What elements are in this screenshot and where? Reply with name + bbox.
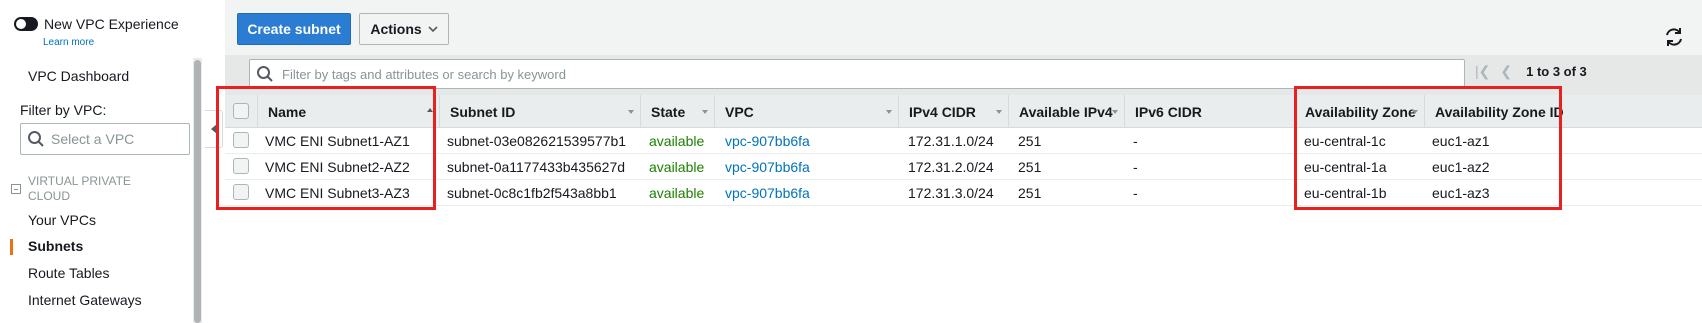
sidebar: New VPC Experience Learn more VPC Dashbo… xyxy=(0,0,205,323)
cell-vpc-link[interactable]: vpc-907bb6fa xyxy=(725,154,810,180)
previous-page-icon[interactable]: ❮ xyxy=(1500,63,1512,80)
actions-button[interactable]: Actions xyxy=(359,13,449,45)
sort-icon xyxy=(702,110,708,114)
section-label-virtual-private-cloud: VIRTUAL PRIVATE CLOUD xyxy=(28,174,131,203)
toolbar: Create subnet Actions xyxy=(225,0,1702,55)
sidebar-scrollbar[interactable] xyxy=(193,58,202,323)
cell-ipv6-cidr: - xyxy=(1133,133,1138,149)
sidebar-item-internet-gateways[interactable]: Internet Gateways xyxy=(28,292,142,308)
toggle-label: New VPC Experience xyxy=(44,16,179,32)
sidebar-item-your-vpcs[interactable]: Your VPCs xyxy=(28,212,96,228)
cell-subnet-id: subnet-0a1177433b435627d xyxy=(447,159,626,175)
cell-available-ipv4: 251 xyxy=(1018,185,1042,201)
collapse-section-icon[interactable] xyxy=(11,184,21,194)
cell-ipv4-cidr: 172.31.2.0/24 xyxy=(908,159,994,175)
search-field[interactable] xyxy=(249,59,1465,89)
refresh-icon[interactable] xyxy=(1663,26,1685,48)
sidebar-scrollbar-thumb[interactable] xyxy=(194,60,201,323)
active-item-marker xyxy=(10,239,13,255)
vpc-select[interactable]: Select a VPC xyxy=(20,123,190,155)
column-header-available-ipv4[interactable]: Available IPv4 xyxy=(1009,95,1125,128)
pagination-text: 1 to 3 of 3 xyxy=(1526,64,1587,79)
filter-by-vpc-label: Filter by VPC: xyxy=(20,102,107,118)
cell-vpc-link[interactable]: vpc-907bb6fa xyxy=(725,128,810,154)
column-header-vpc[interactable]: VPC xyxy=(715,95,899,128)
sort-icon xyxy=(886,110,892,114)
search-icon xyxy=(28,131,44,147)
cell-ipv6-cidr: - xyxy=(1133,159,1138,175)
sort-icon xyxy=(996,110,1002,114)
new-vpc-experience-toggle-row[interactable]: New VPC Experience xyxy=(14,16,179,32)
cell-state: available xyxy=(649,159,705,175)
pagination: |❮ ❮ 1 to 3 of 3 xyxy=(1475,63,1587,80)
highlight-box-name-column xyxy=(216,86,436,210)
sort-icon xyxy=(1112,110,1118,114)
cell-subnet-id: subnet-03e082621539577b1 xyxy=(447,133,627,149)
column-header-subnet-id[interactable]: Subnet ID xyxy=(440,95,641,128)
sidebar-item-vpc-dashboard[interactable]: VPC Dashboard xyxy=(28,68,129,84)
cell-vpc-link[interactable]: vpc-907bb6fa xyxy=(725,180,810,206)
cell-subnet-id: subnet-0c8c1fb2f543a8bb1 xyxy=(447,185,617,201)
actions-label: Actions xyxy=(370,21,422,37)
toggle-switch[interactable] xyxy=(14,17,38,31)
column-header-state[interactable]: State xyxy=(641,95,715,128)
chevron-down-icon xyxy=(428,26,438,33)
cell-available-ipv4: 251 xyxy=(1018,133,1042,149)
cell-ipv4-cidr: 172.31.1.0/24 xyxy=(908,133,994,149)
cell-state: available xyxy=(649,133,705,149)
sort-icon xyxy=(628,110,634,114)
highlight-box-availability-zone-columns xyxy=(1294,86,1562,210)
search-input[interactable] xyxy=(282,66,1432,82)
create-subnet-button[interactable]: Create subnet xyxy=(237,13,351,45)
learn-more-link[interactable]: Learn more xyxy=(43,37,94,48)
cell-state: available xyxy=(649,185,705,201)
cell-available-ipv4: 251 xyxy=(1018,159,1042,175)
column-header-ipv4-cidr[interactable]: IPv4 CIDR xyxy=(899,95,1009,128)
search-icon xyxy=(257,66,273,82)
sidebar-item-subnets[interactable]: Subnets xyxy=(28,238,83,254)
first-page-icon[interactable]: |❮ xyxy=(1475,63,1490,80)
vpc-select-placeholder: Select a VPC xyxy=(51,131,135,147)
cell-ipv6-cidr: - xyxy=(1133,185,1138,201)
column-header-ipv6-cidr[interactable]: IPv6 CIDR xyxy=(1125,95,1295,128)
cell-ipv4-cidr: 172.31.3.0/24 xyxy=(908,185,994,201)
sidebar-item-route-tables[interactable]: Route Tables xyxy=(28,265,109,281)
